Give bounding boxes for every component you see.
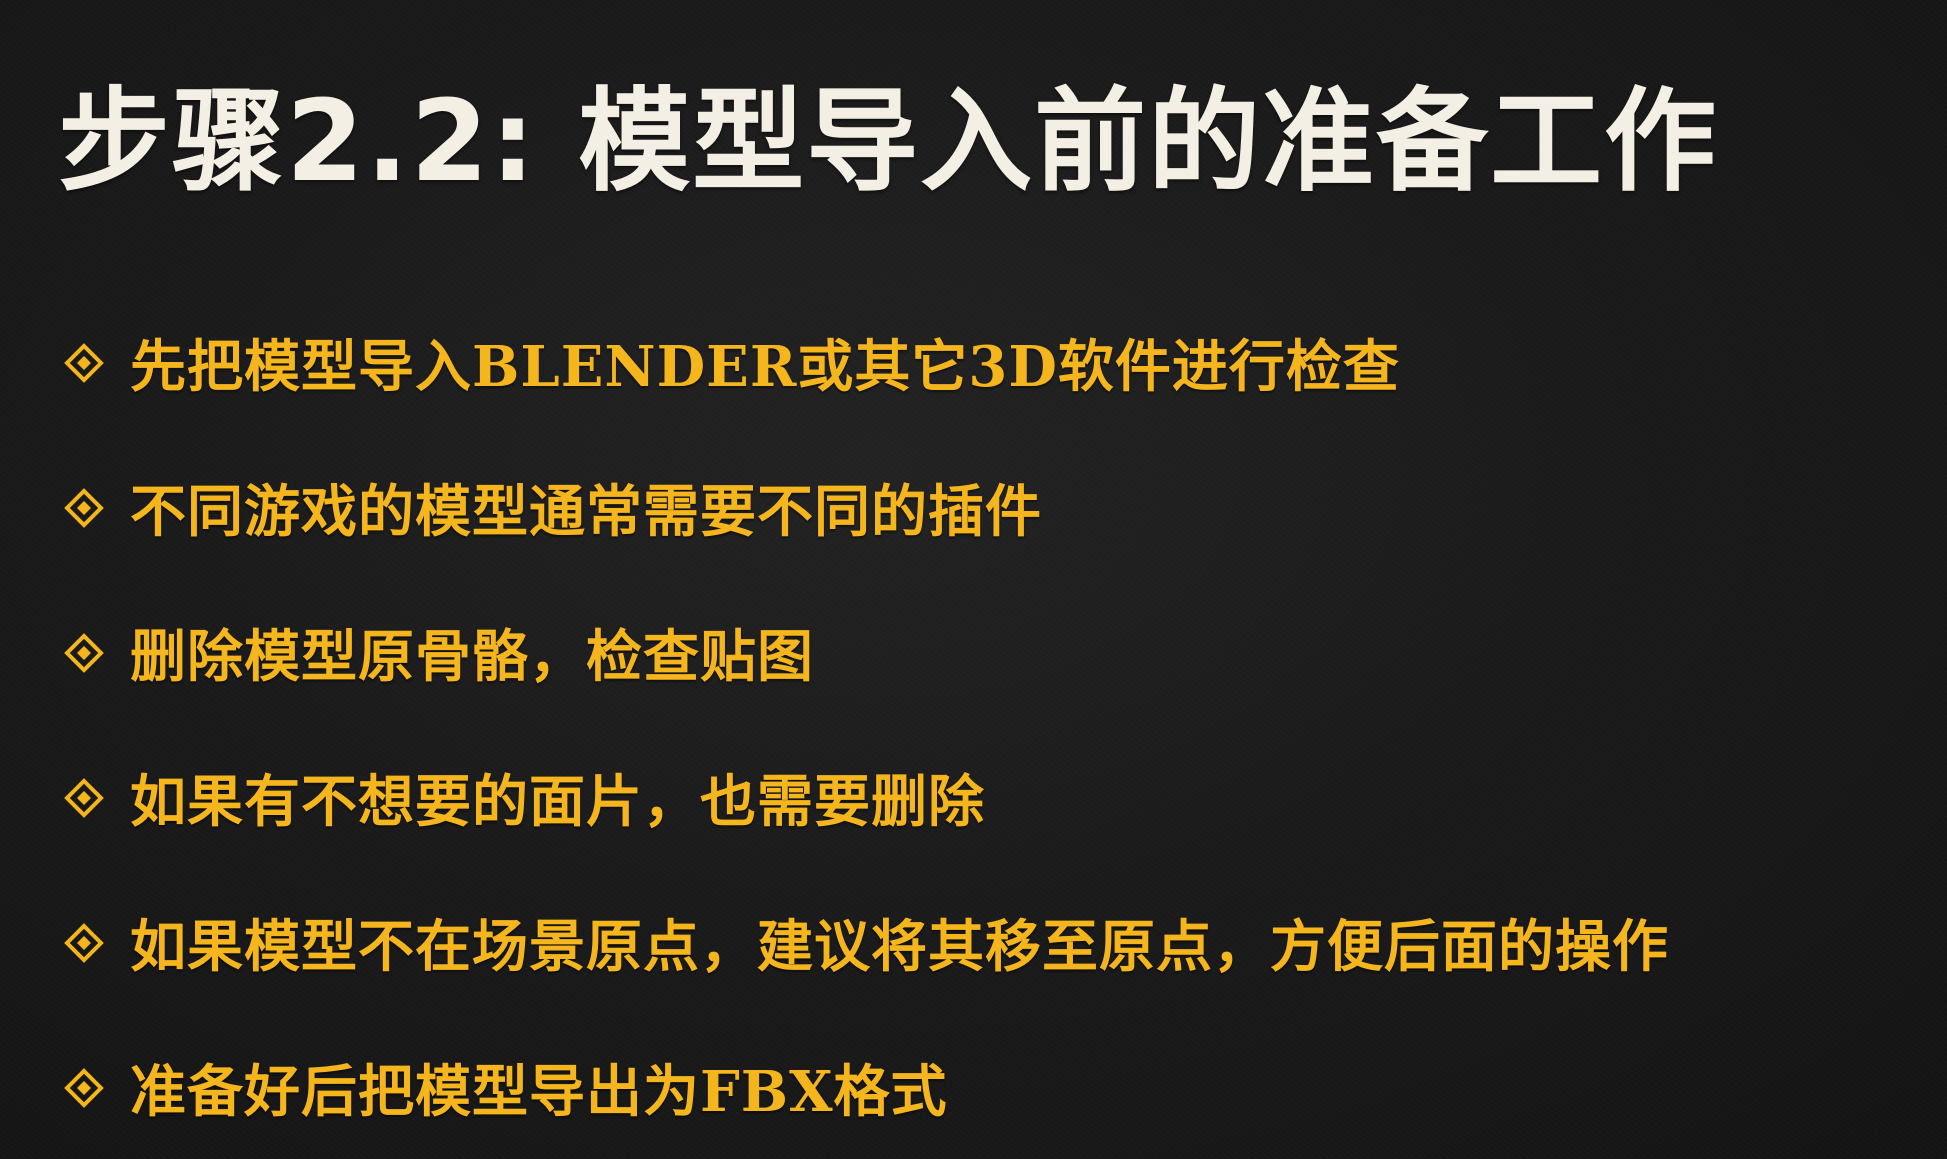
bullet-text: 删除模型原骨骼，检查贴图 bbox=[130, 624, 814, 690]
bullet-item: 删除模型原骨骼，检查贴图 bbox=[64, 580, 1669, 725]
bullet-text: 如果模型不在场景原点，建议将其移至原点，方便后面的操作 bbox=[130, 914, 1669, 980]
bullet-item: 如果有不想要的面片，也需要删除 bbox=[64, 725, 1669, 870]
diamond-bullet-icon bbox=[64, 777, 104, 818]
diamond-bullet-icon bbox=[64, 922, 104, 963]
diamond-bullet-icon bbox=[64, 1067, 104, 1108]
bullet-item: 如果模型不在场景原点，建议将其移至原点，方便后面的操作 bbox=[64, 870, 1669, 1015]
diamond-bullet-icon bbox=[64, 342, 104, 383]
bullet-text: 如果有不想要的面片，也需要删除 bbox=[130, 769, 985, 835]
bullet-list: 先把模型导入BLENDER或其它3D软件进行检查 不同游戏的模型通常需要不同的插… bbox=[64, 290, 1669, 1159]
bullet-text: 先把模型导入BLENDER或其它3D软件进行检查 bbox=[130, 334, 1400, 400]
bullet-item: 先把模型导入BLENDER或其它3D软件进行检查 bbox=[64, 290, 1669, 435]
bullet-text: 准备好后把模型导出为FBX格式 bbox=[130, 1059, 948, 1125]
slide-title: 步骤2.2: 模型导入前的准备工作 bbox=[58, 77, 1719, 207]
bullet-item: 准备好后把模型导出为FBX格式 bbox=[64, 1015, 1669, 1159]
diamond-bullet-icon bbox=[64, 487, 104, 528]
slide: 步骤2.2: 模型导入前的准备工作 先把模型导入BLENDER或其它3D软件进行… bbox=[0, 0, 1947, 1159]
bullet-item: 不同游戏的模型通常需要不同的插件 bbox=[64, 435, 1669, 580]
bullet-text: 不同游戏的模型通常需要不同的插件 bbox=[130, 479, 1042, 545]
diamond-bullet-icon bbox=[64, 632, 104, 673]
